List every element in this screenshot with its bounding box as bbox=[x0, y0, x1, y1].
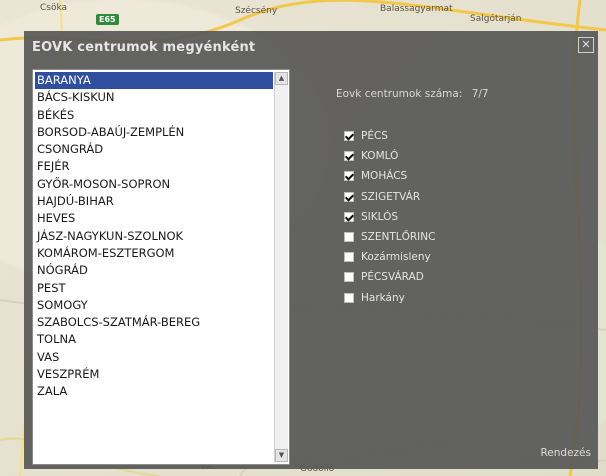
centers-count-label: Eovk centrumok száma: bbox=[336, 88, 463, 100]
center-row[interactable]: SZENTLŐRINC bbox=[344, 227, 435, 247]
county-list-item[interactable]: FEJÉR bbox=[35, 158, 273, 175]
sort-link[interactable]: Rendezés bbox=[540, 447, 591, 459]
map-label: Szécsény bbox=[235, 6, 278, 16]
county-list-item[interactable]: BÁCS-KISKUN bbox=[35, 89, 273, 106]
county-list-item[interactable]: NÓGRÁD bbox=[35, 262, 273, 279]
dialog-title: EOVK centrumok megyénként bbox=[32, 40, 256, 55]
close-icon[interactable]: ✕ bbox=[578, 37, 594, 53]
center-row[interactable]: Kozármisleny bbox=[344, 247, 435, 267]
center-checkbox[interactable] bbox=[344, 272, 354, 283]
county-items: BARANYA BÁCS-KISKUN BÉKÉS BORSOD-ABAÚJ-ZEMP… bbox=[35, 72, 273, 401]
road-number-badge: E65 bbox=[96, 14, 119, 25]
center-row[interactable]: PÉCSVÁRAD bbox=[344, 267, 435, 287]
county-list-item[interactable]: VAS bbox=[35, 349, 273, 366]
center-label: Harkány bbox=[361, 291, 405, 304]
centers-count-value: 7/7 bbox=[471, 88, 489, 100]
centers-checkbox-list: PÉCS KOMLÓ MOHÁCS SZIGETVÁR SIKLÓS SZENTLŐRIN… bbox=[344, 126, 435, 308]
county-list-item[interactable]: VESZPRÉM bbox=[35, 366, 273, 383]
county-list-item[interactable]: PEST bbox=[35, 280, 273, 297]
county-list-item[interactable]: BARANYA bbox=[35, 72, 273, 90]
county-list-item[interactable]: BORSOD-ABAÚJ-ZEMPLÉN bbox=[35, 124, 273, 141]
map-label: Salgótarján bbox=[470, 14, 522, 24]
center-label: SZIGETVÁR bbox=[361, 190, 421, 203]
center-checkbox[interactable] bbox=[344, 292, 354, 303]
center-label: SIKLÓS bbox=[361, 210, 399, 223]
center-label: MOHÁCS bbox=[361, 170, 408, 183]
center-row[interactable]: MOHÁCS bbox=[344, 166, 435, 186]
county-list-item[interactable]: BÉKÉS bbox=[35, 107, 273, 124]
center-checkbox[interactable] bbox=[344, 191, 354, 202]
center-checkbox[interactable] bbox=[344, 211, 354, 222]
county-list-item[interactable]: JÁSZ-NAGYKUN-SZOLNOK bbox=[35, 228, 273, 245]
center-row[interactable]: PÉCS bbox=[344, 126, 435, 146]
center-checkbox[interactable] bbox=[344, 131, 354, 142]
centers-count-row: Eovk centrumok száma: 7/7 bbox=[336, 88, 495, 100]
center-checkbox[interactable] bbox=[344, 171, 354, 182]
center-label: PÉCSVÁRAD bbox=[361, 271, 424, 284]
center-label: Kozármisleny bbox=[361, 251, 431, 264]
center-row[interactable]: KOMLÓ bbox=[344, 146, 435, 166]
county-list-item[interactable]: ZALA bbox=[35, 383, 273, 400]
center-checkbox[interactable] bbox=[344, 232, 354, 243]
center-checkbox[interactable] bbox=[344, 252, 354, 263]
map-label: Balassagyarmat bbox=[380, 4, 453, 14]
county-list-scrollbar[interactable]: ▲ ▼ bbox=[274, 72, 288, 462]
county-list-item[interactable]: HAJDÚ-BIHAR bbox=[35, 193, 273, 210]
county-list-item[interactable]: KOMÁROM-ESZTERGOM bbox=[35, 245, 273, 262]
county-list-item[interactable]: HEVES bbox=[35, 210, 273, 227]
map-label: Csöka bbox=[40, 3, 68, 13]
center-label: PÉCS bbox=[361, 130, 388, 143]
county-list-item[interactable]: TOLNA bbox=[35, 331, 273, 348]
center-checkbox[interactable] bbox=[344, 151, 354, 162]
center-row[interactable]: Harkány bbox=[344, 288, 435, 308]
county-list-item[interactable]: CSONGRÁD bbox=[35, 141, 273, 158]
county-list-item[interactable]: SOMOGY bbox=[35, 297, 273, 314]
scroll-up-icon[interactable]: ▲ bbox=[275, 72, 288, 85]
scroll-down-icon[interactable]: ▼ bbox=[275, 449, 288, 462]
county-list-item[interactable]: GYŐR-MOSON-SOPRON bbox=[35, 176, 273, 193]
county-listbox[interactable]: BARANYA BÁCS-KISKUN BÉKÉS BORSOD-ABAÚJ-ZEMP… bbox=[32, 69, 290, 465]
county-centers-dialog: EOVK centrumok megyénként ✕ BARANYA BÁCS-… bbox=[24, 31, 598, 469]
center-row[interactable]: SIKLÓS bbox=[344, 207, 435, 227]
center-label: SZENTLŐRINC bbox=[361, 231, 436, 244]
center-row[interactable]: SZIGETVÁR bbox=[344, 187, 435, 207]
county-list-item[interactable]: SZABOLCS-SZATMÁR-BEREG bbox=[35, 314, 273, 331]
center-label: KOMLÓ bbox=[361, 150, 399, 163]
